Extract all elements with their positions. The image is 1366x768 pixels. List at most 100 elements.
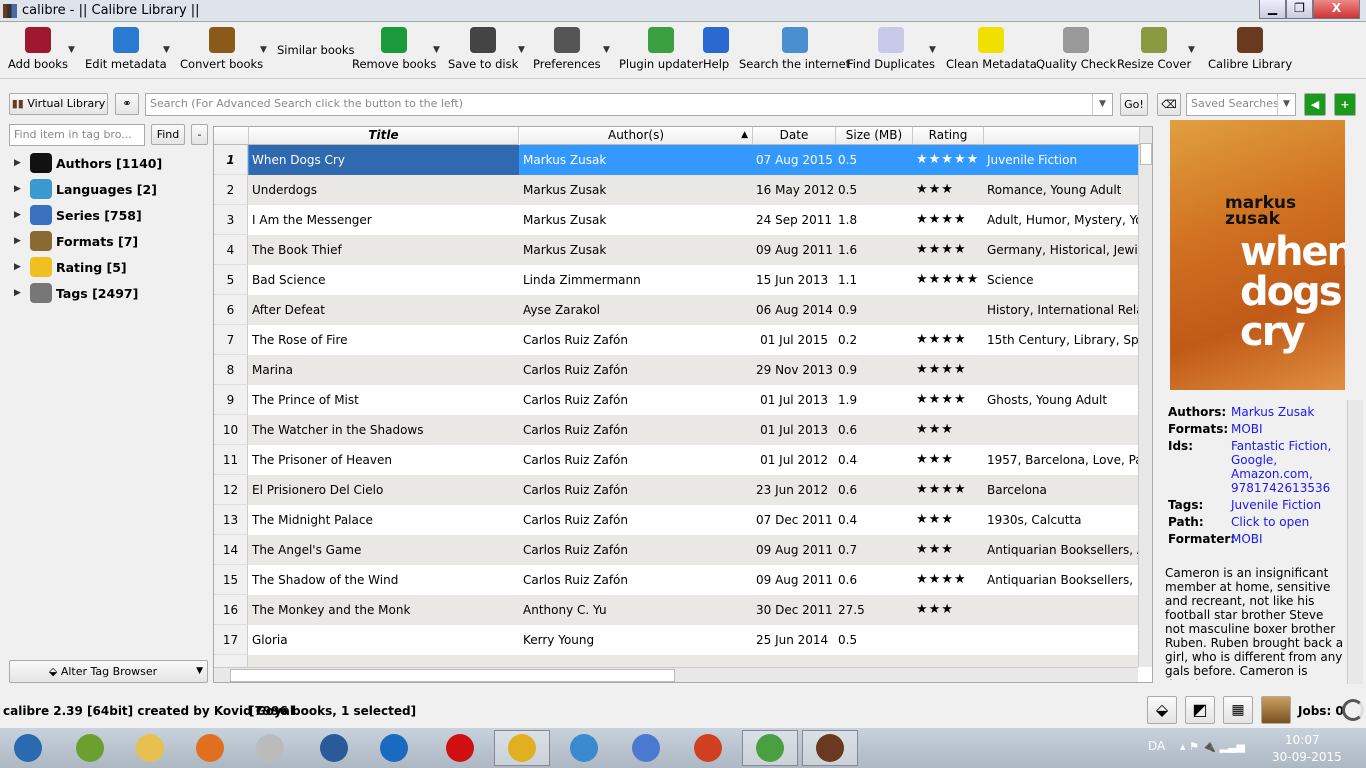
taskbar-app-button[interactable] bbox=[242, 730, 298, 766]
dropdown-arrow-icon[interactable]: ▼ bbox=[929, 45, 936, 55]
taskbar-check-button[interactable] bbox=[62, 730, 118, 766]
expand-arrow-icon[interactable]: ▶ bbox=[8, 184, 30, 194]
toolbar-calibre-library-button[interactable]: Calibre Library bbox=[1208, 27, 1292, 71]
taskbar-app4-button[interactable] bbox=[618, 730, 674, 766]
jobs-indicator[interactable]: Jobs: 0 bbox=[1298, 704, 1344, 718]
detail-link[interactable]: Markus Zusak bbox=[1231, 405, 1314, 419]
taskbar-app2-button[interactable] bbox=[306, 730, 362, 766]
dropdown-arrow-icon[interactable]: ▼ bbox=[518, 45, 525, 55]
add-saved-search-button[interactable]: + bbox=[1334, 93, 1356, 116]
tag-node-authors[interactable]: ▶ Authors [1140] bbox=[8, 150, 208, 176]
toolbar-preferences-button[interactable]: Preferences bbox=[533, 27, 601, 71]
column-header-date[interactable]: Date bbox=[753, 127, 836, 145]
toolbar-edit-metadata-button[interactable]: Edit metadata bbox=[85, 27, 167, 71]
taskbar-chrome-button[interactable] bbox=[494, 730, 550, 766]
go-button[interactable]: Go! bbox=[1120, 93, 1148, 116]
horizontal-scrollbar[interactable] bbox=[214, 667, 1138, 682]
tag-find-button[interactable]: Find bbox=[151, 124, 185, 145]
tag-node-formats[interactable]: ▶ Formats [7] bbox=[8, 228, 208, 254]
tag-node-series[interactable]: ▶ Series [758] bbox=[8, 202, 208, 228]
toolbar-search-the-internet-button[interactable]: Search the internet bbox=[739, 27, 850, 71]
toolbar-remove-books-button[interactable]: Remove books bbox=[352, 27, 436, 71]
virtual-library-button[interactable]: ▮▮ Virtual Library bbox=[9, 93, 108, 115]
taskbar-explorer-button[interactable] bbox=[122, 730, 178, 766]
detail-link[interactable]: MOBI bbox=[1231, 532, 1263, 546]
dropdown-arrow-icon[interactable]: ▼ bbox=[163, 45, 170, 55]
clock-date[interactable]: 30-09-2015 bbox=[1272, 750, 1342, 764]
table-row[interactable]: 13 The Midnight Palace Carlos Ruiz Zafón 07… bbox=[214, 505, 1138, 535]
tray-icons[interactable]: ▴ ⚑ 🔌 ▂▃▅ bbox=[1180, 740, 1245, 753]
details-scrollbar[interactable] bbox=[1347, 400, 1363, 684]
expand-arrow-icon[interactable]: ▶ bbox=[8, 288, 30, 298]
table-row[interactable]: 11 The Prisoner of Heaven Carlos Ruiz Zafó… bbox=[214, 445, 1140, 475]
toolbar-similar-books-button[interactable]: Similar books bbox=[277, 43, 355, 57]
advanced-search-button[interactable]: ⚭ bbox=[115, 93, 139, 115]
minimize-button[interactable]: ▁ bbox=[1259, 0, 1286, 19]
taskbar-opera-button[interactable] bbox=[432, 730, 488, 766]
toolbar-add-books-button[interactable]: Add books bbox=[8, 27, 68, 71]
language-indicator[interactable]: DA bbox=[1148, 739, 1165, 753]
vertical-scrollbar[interactable] bbox=[1138, 127, 1152, 667]
table-row[interactable]: 5 Bad Science Linda Zimmermann 15 Jun 2013 1… bbox=[214, 265, 1138, 295]
toolbar-plugin-updater-button[interactable]: Plugin updater bbox=[619, 27, 703, 71]
dropdown-arrow-icon[interactable]: ▼ bbox=[1188, 45, 1195, 55]
detail-link[interactable]: Click to open bbox=[1231, 515, 1309, 529]
table-row[interactable]: 17 Gloria Kerry Young 25 Jun 2014 0.5 bbox=[214, 625, 1138, 655]
taskbar-outlook-button[interactable] bbox=[366, 730, 422, 766]
detail-link[interactable]: MOBI bbox=[1231, 422, 1263, 436]
detail-link[interactable]: Fantastic Fiction, Google, Amazon.com, 9… bbox=[1231, 439, 1348, 495]
table-row[interactable]: 4 The Book Thief Markus Zusak 09 Aug 2011 1.… bbox=[214, 235, 1140, 265]
expand-arrow-icon[interactable]: ▶ bbox=[8, 210, 30, 220]
toolbar-resize-cover-button[interactable]: Resize Cover bbox=[1117, 27, 1191, 71]
table-row[interactable]: 1 When Dogs Cry Markus Zusak 07 Aug 2015 0.5… bbox=[214, 145, 1138, 175]
column-header-authors[interactable]: Author(s) ▲ bbox=[520, 127, 753, 145]
column-header-title[interactable]: Title bbox=[249, 127, 519, 145]
search-history-dropdown[interactable]: ▼ bbox=[1092, 94, 1112, 115]
expand-arrow-icon[interactable]: ▶ bbox=[8, 236, 30, 246]
clear-search-button[interactable]: ⌫ bbox=[1157, 93, 1181, 116]
table-row[interactable]: 14 The Angel's Game Carlos Ruiz Zafón 09 Au… bbox=[214, 535, 1140, 565]
taskbar-start-button[interactable] bbox=[0, 730, 56, 766]
table-row[interactable]: 7 The Rose of Fire Carlos Ruiz Zafón 01 Jul… bbox=[214, 325, 1140, 355]
taskbar-avg-button[interactable] bbox=[680, 730, 736, 766]
toolbar-help-button[interactable]: Help bbox=[703, 27, 729, 71]
table-row[interactable]: 12 El Prisionero Del Cielo Carlos Ruiz Zaf… bbox=[214, 475, 1138, 505]
toolbar-convert-books-button[interactable]: Convert books bbox=[180, 27, 263, 71]
taskbar-utorrent-button[interactable] bbox=[742, 730, 798, 766]
toolbar-save-to-disk-button[interactable]: Save to disk bbox=[448, 27, 518, 71]
book-details-toggle[interactable]: ◩ bbox=[1185, 696, 1215, 724]
dropdown-arrow-icon[interactable]: ▼ bbox=[603, 45, 610, 55]
dropdown-arrow-icon[interactable]: ▼ bbox=[68, 45, 75, 55]
tag-browser-find-input[interactable]: Find item in tag bro... bbox=[9, 124, 145, 146]
search-input[interactable]: Search (For Advanced Search click the bu… bbox=[145, 93, 1113, 116]
tag-browser-toggle[interactable]: ⬙ bbox=[1147, 696, 1177, 724]
book-cover[interactable]: markus zusak when dogs cry bbox=[1170, 120, 1345, 390]
clock-time[interactable]: 10:07 bbox=[1285, 733, 1320, 747]
table-row[interactable]: 8 Marina Carlos Ruiz Zafón 29 Nov 2013 0.9 ★★… bbox=[214, 355, 1138, 385]
toolbar-quality-check-button[interactable]: Quality Check bbox=[1036, 27, 1116, 71]
toolbar-find-duplicates-button[interactable]: Find Duplicates bbox=[847, 27, 935, 71]
tag-node-languages[interactable]: ▶ Languages [2] bbox=[8, 176, 208, 202]
column-header-rating[interactable]: Rating bbox=[913, 127, 984, 145]
saved-searches-select[interactable]: Saved Searches ▼ bbox=[1186, 93, 1296, 116]
column-header-size[interactable]: Size (MB) bbox=[836, 127, 913, 145]
cover-browser-toggle[interactable] bbox=[1261, 696, 1291, 724]
table-row[interactable]: 3 I Am the Messenger Markus Zusak 24 Sep 20… bbox=[214, 205, 1140, 235]
close-button[interactable]: X bbox=[1313, 0, 1360, 19]
table-row[interactable]: 6 After Defeat Ayse Zarakol 06 Aug 2014 0.9 H… bbox=[214, 295, 1140, 325]
collapse-button[interactable]: - bbox=[191, 124, 208, 145]
table-row[interactable]: 2 Underdogs Markus Zusak 16 May 2012 0.5 ★★★ R… bbox=[214, 175, 1138, 205]
detail-link[interactable]: Juvenile Fiction bbox=[1231, 498, 1321, 512]
expand-arrow-icon[interactable]: ▶ bbox=[8, 262, 30, 272]
table-row[interactable]: 16 The Monkey and the Monk Anthony C. Yu 30… bbox=[214, 595, 1138, 625]
dropdown-arrow-icon[interactable]: ▼ bbox=[433, 45, 440, 55]
taskbar-calibre-button[interactable] bbox=[802, 730, 858, 766]
alter-tag-browser-button[interactable]: ⬙ Alter Tag Browser ▼ bbox=[9, 660, 208, 683]
column-header-tags[interactable] bbox=[984, 127, 1140, 145]
table-row[interactable]: 9 The Prince of Mist Carlos Ruiz Zafón 01 J… bbox=[214, 385, 1138, 415]
table-row[interactable]: 10 The Watcher in the Shadows Carlos Ruiz … bbox=[214, 415, 1138, 445]
cover-grid-toggle[interactable]: ▦ bbox=[1223, 696, 1253, 724]
expand-arrow-icon[interactable]: ▶ bbox=[8, 158, 30, 168]
taskbar-app3-button[interactable] bbox=[556, 730, 612, 766]
taskbar-media-button[interactable] bbox=[182, 730, 238, 766]
